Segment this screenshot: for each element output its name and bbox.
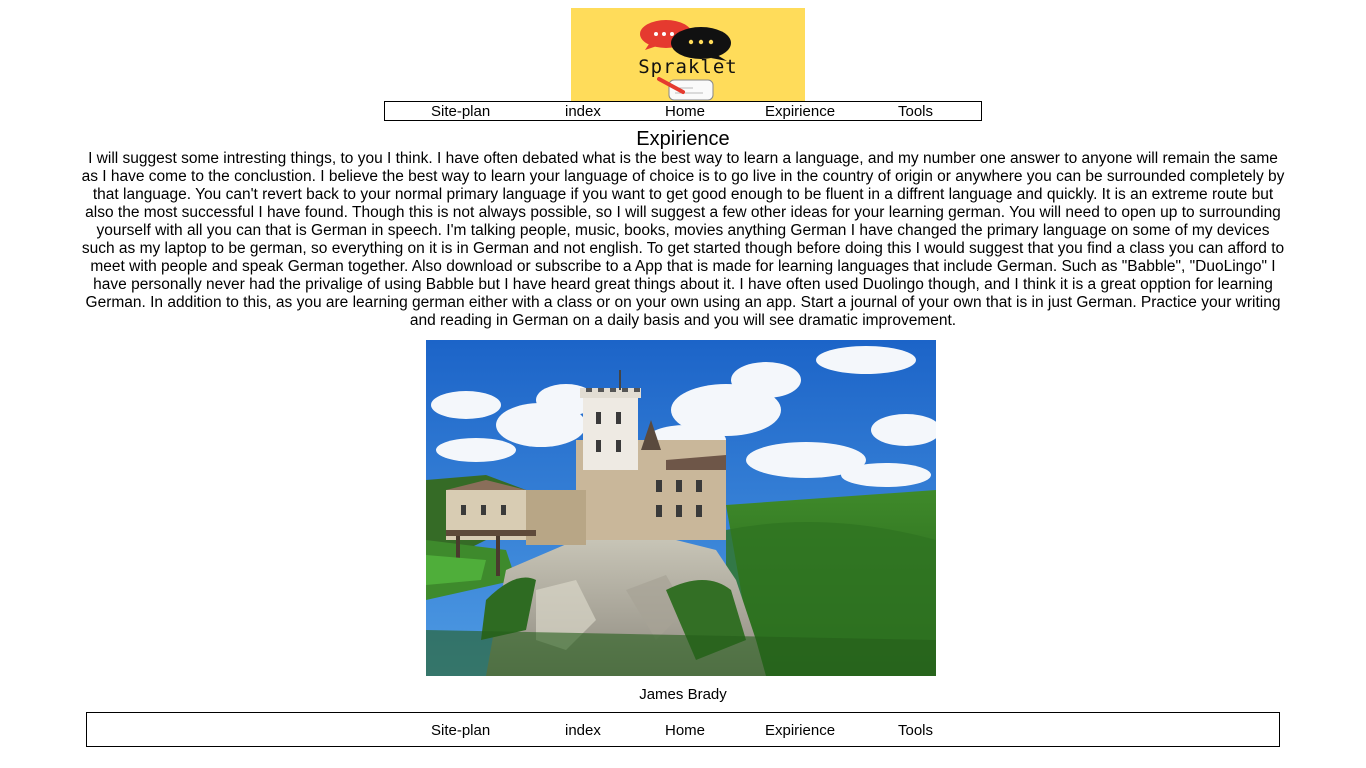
logo-wordmark: Spraklet: [638, 56, 738, 78]
footer-nav-tools[interactable]: Tools: [898, 722, 933, 739]
nav-site-plan[interactable]: Site-plan: [431, 103, 490, 120]
footer-nav-home[interactable]: Home: [665, 722, 705, 739]
footer-nav-expirience[interactable]: Expirience: [765, 722, 835, 739]
footer-nav-index[interactable]: index: [565, 722, 601, 739]
footer-nav-site-plan[interactable]: Site-plan: [431, 722, 490, 739]
castle-photo: [426, 340, 936, 676]
bottom-nav: Site-plan index Home Expirience Tools: [86, 712, 1280, 747]
nav-expirience[interactable]: Expirience: [765, 103, 835, 120]
author-name: James Brady: [639, 686, 727, 703]
speech-bubbles-icon: [640, 20, 731, 101]
nav-tools[interactable]: Tools: [898, 103, 933, 120]
nav-index[interactable]: index: [565, 103, 601, 120]
article-paragraph: I will suggest some intresting things, t…: [81, 150, 1285, 329]
page-title: Expirience: [636, 128, 730, 150]
nav-home[interactable]: Home: [665, 103, 705, 120]
top-nav: Site-plan index Home Expirience Tools: [384, 101, 982, 121]
site-logo: Spraklet: [571, 8, 805, 102]
